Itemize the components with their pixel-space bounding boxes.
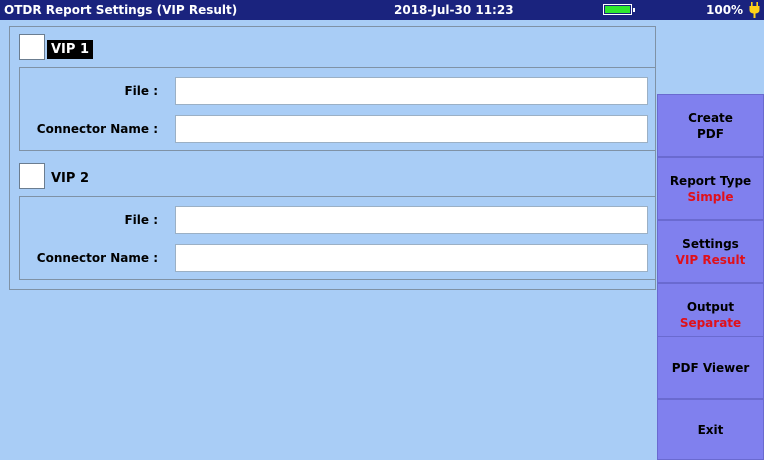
datetime: 2018-Jul-30 11:23 (394, 3, 514, 17)
power-plug-icon (749, 2, 760, 18)
vip1-checkbox[interactable] (19, 34, 45, 60)
report-type-button[interactable]: Report Type Simple (657, 157, 764, 220)
report-type-label: Report Type (669, 173, 752, 188)
report-type-value: Simple (687, 189, 734, 204)
pdf-viewer-button[interactable]: PDF Viewer (657, 336, 764, 399)
create-pdf-line1: Create (688, 110, 733, 125)
vip1-fields-group: File : Connector Name : (19, 67, 656, 151)
vip2-connector-input[interactable] (175, 244, 648, 272)
battery-icon (603, 4, 635, 15)
vip1-connector-label: Connector Name : (36, 122, 158, 136)
exit-button[interactable]: Exit (657, 399, 764, 460)
vip2-checkbox[interactable] (19, 163, 45, 189)
exit-label: Exit (697, 422, 724, 437)
vip1-connector-input[interactable] (175, 115, 648, 143)
output-value: Separate (679, 315, 742, 330)
vip2-file-input[interactable] (175, 206, 648, 234)
vip2-connector-label: Connector Name : (36, 251, 158, 265)
vip2-fields-group: File : Connector Name : (19, 196, 656, 280)
settings-value: VIP Result (675, 252, 746, 267)
create-pdf-button[interactable]: Create PDF (657, 94, 764, 157)
vip1-label[interactable]: VIP 1 (47, 40, 93, 59)
output-label: Output (686, 299, 735, 314)
vip1-file-label: File : (124, 84, 158, 98)
window-title: OTDR Report Settings (VIP Result) (4, 3, 238, 17)
settings-label: Settings (682, 236, 739, 251)
vip-settings-panel: VIP 1 File : Connector Name : VIP 2 File… (9, 26, 656, 290)
vip2-file-label: File : (124, 213, 158, 227)
create-pdf-line2: PDF (697, 126, 724, 141)
vip2-label[interactable]: VIP 2 (47, 169, 93, 188)
title-bar: OTDR Report Settings (VIP Result) 2018-J… (0, 0, 764, 20)
settings-button[interactable]: Settings VIP Result (657, 220, 764, 283)
pdf-viewer-label: PDF Viewer (671, 360, 750, 375)
battery-percent: 100% (706, 3, 744, 17)
vip1-file-input[interactable] (175, 77, 648, 105)
